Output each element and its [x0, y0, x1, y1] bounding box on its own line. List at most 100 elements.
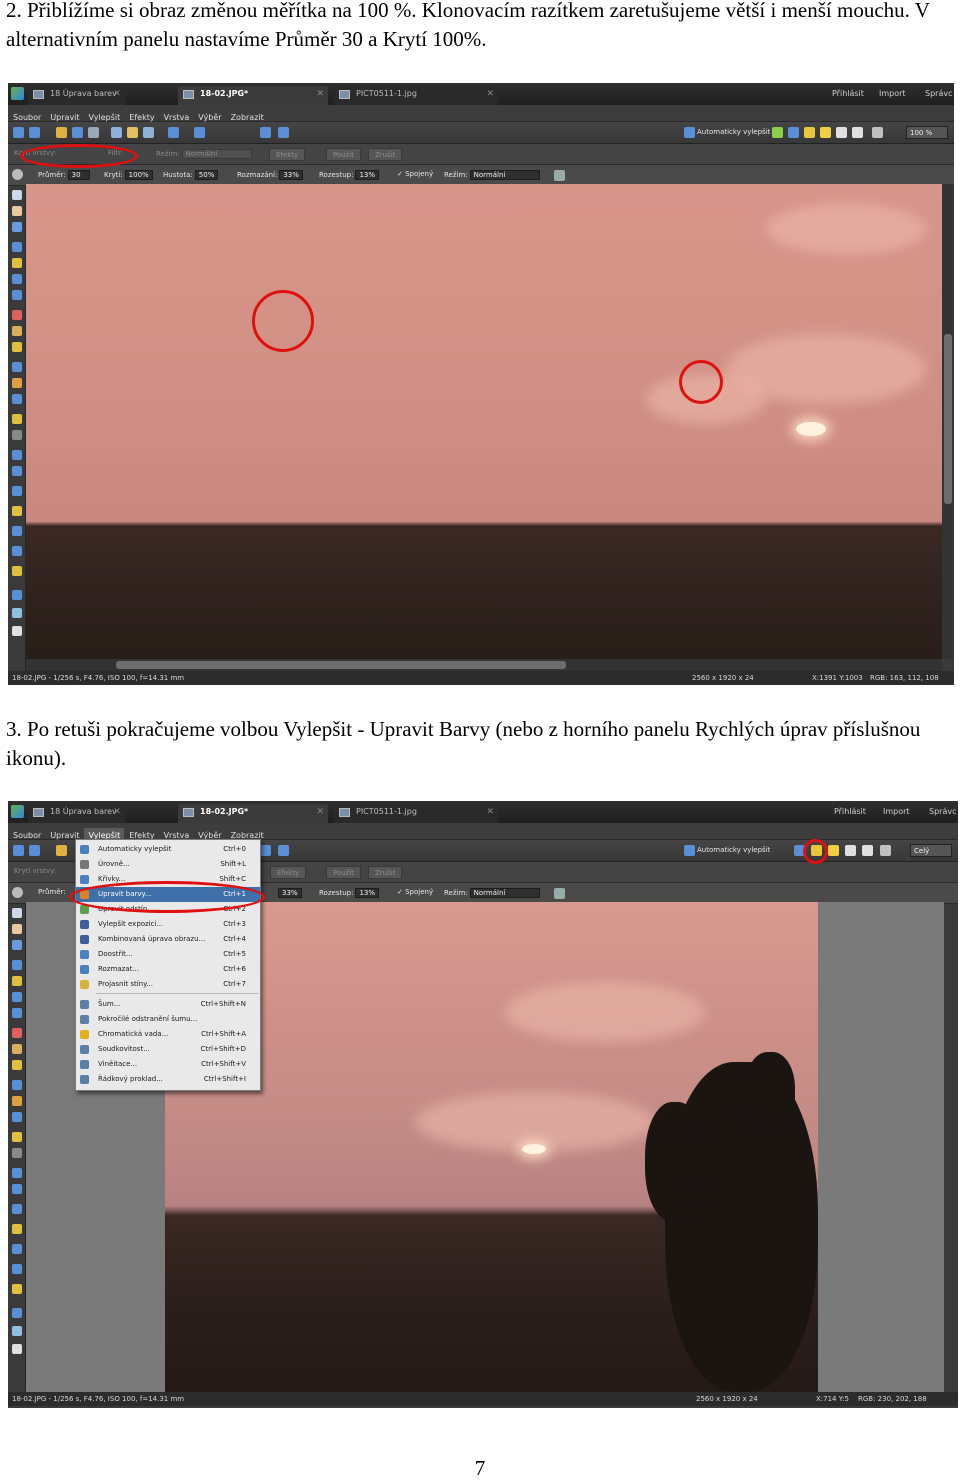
gradient-tool-icon[interactable] — [12, 1148, 22, 1158]
open-folder-icon[interactable] — [56, 845, 67, 856]
move-tool-icon[interactable] — [12, 242, 22, 252]
menu-item-advanced-denoise[interactable]: Pokročilé odstranění šumu... — [76, 1012, 260, 1027]
zoom-tool-icon[interactable] — [12, 908, 22, 918]
tile-view-icon[interactable] — [278, 127, 289, 138]
mode-select[interactable]: Normální — [469, 888, 540, 898]
red-eye-tool-icon[interactable] — [12, 1244, 22, 1254]
zoom-level[interactable]: 100 % — [906, 126, 948, 139]
clone-stamp-tool-icon[interactable] — [12, 326, 22, 336]
shape-tool-icon[interactable] — [12, 450, 22, 460]
print-menu-icon[interactable] — [872, 127, 883, 138]
menu-item-lighten-shadows[interactable]: Projasnit stíny... Ctrl+7 — [76, 977, 260, 992]
levels-icon[interactable] — [788, 127, 799, 138]
print-menu-icon[interactable] — [880, 845, 891, 856]
login-link[interactable]: Přihlásit — [832, 89, 864, 98]
gear-icon[interactable] — [12, 887, 23, 898]
auto-enhance-label[interactable]: Automaticky vylepšit — [697, 846, 770, 854]
tab-second-image[interactable]: PICT0511-1.jpg ✕ — [334, 86, 498, 105]
healing-brush-tool-icon[interactable] — [12, 342, 22, 352]
close-icon[interactable]: ✕ — [316, 807, 324, 817]
smudge-tool-icon[interactable] — [12, 1184, 22, 1194]
auto-enhance-label[interactable]: Automaticky vylepšit — [697, 128, 770, 136]
menu-item-chromatic-aberration[interactable]: Chromatická vada... Ctrl+Shift+A — [76, 1027, 260, 1042]
marquee-tool-icon[interactable] — [12, 992, 22, 1002]
recompose-tool-icon[interactable] — [12, 566, 22, 576]
opacity-input[interactable]: 100% — [124, 170, 153, 180]
gear-icon[interactable] — [12, 169, 23, 180]
print-icon[interactable] — [88, 127, 99, 138]
straighten-tool-icon[interactable] — [12, 1264, 22, 1274]
brightness-icon[interactable] — [820, 127, 831, 138]
menu-item-combined-adjust[interactable]: Kombinovaná úprava obrazu... Ctrl+4 — [76, 932, 260, 947]
menu-layer[interactable]: Vrstva — [159, 110, 194, 122]
blur-input[interactable]: 33% — [279, 170, 303, 180]
eyedropper-tool-icon[interactable] — [12, 222, 22, 232]
menu-item-exposure[interactable]: Vylepšit expozici... Ctrl+3 — [76, 917, 260, 932]
healing-brush-tool-icon[interactable] — [12, 1060, 22, 1070]
close-icon[interactable]: ✕ — [113, 89, 121, 99]
single-view-icon[interactable] — [260, 127, 271, 138]
auto-enhance-icon[interactable] — [684, 845, 695, 856]
photo-canvas[interactable] — [26, 184, 942, 659]
smudge-tool-icon[interactable] — [12, 466, 22, 476]
auto-enhance-icon[interactable] — [684, 127, 695, 138]
import-link[interactable]: Import — [883, 807, 910, 816]
scrollbar-thumb[interactable] — [944, 334, 952, 504]
menu-select[interactable]: Výběr — [193, 110, 225, 122]
density-input[interactable]: 50% — [194, 170, 219, 180]
close-icon[interactable]: ✕ — [486, 807, 494, 817]
admin-link[interactable]: Správc — [925, 89, 952, 98]
mode-select[interactable]: Normální — [469, 170, 540, 180]
undo-icon[interactable] — [168, 127, 179, 138]
foreground-color-icon[interactable] — [12, 590, 22, 600]
swap-colors-icon[interactable] — [12, 608, 22, 618]
crop-tool-icon[interactable] — [12, 362, 22, 372]
adjust-color-icon[interactable] — [804, 127, 815, 138]
menu-edit[interactable]: Upravit — [45, 110, 83, 122]
pencil-tool-icon[interactable] — [12, 506, 22, 516]
shape-tool-icon[interactable] — [12, 1168, 22, 1178]
swap-colors-icon[interactable] — [12, 1326, 22, 1336]
cancel-button[interactable]: Zrušit — [368, 866, 403, 879]
cancel-button[interactable]: Zrušit — [368, 148, 403, 161]
hand-tool-icon[interactable] — [12, 924, 22, 934]
back-icon[interactable] — [13, 127, 24, 138]
spread-input[interactable]: 13% — [355, 888, 380, 898]
tile-view-icon[interactable] — [278, 845, 289, 856]
eraser-tool-icon[interactable] — [12, 394, 22, 404]
recompose-tool-icon[interactable] — [12, 1284, 22, 1294]
mode-select[interactable]: Normální — [181, 149, 252, 159]
lasso-tool-icon[interactable] — [12, 290, 22, 300]
effects-button[interactable]: Efekty — [270, 866, 307, 879]
menu-filters[interactable]: Efekty — [124, 110, 158, 122]
foreground-color-icon[interactable] — [12, 1308, 22, 1318]
color-swatch-icon[interactable] — [12, 626, 22, 636]
tool-options-icon[interactable] — [554, 888, 565, 899]
brush-tool-icon[interactable] — [12, 378, 22, 388]
aligned-checkbox[interactable]: ✓ Spojený — [397, 170, 433, 178]
sharpen-icon[interactable] — [836, 127, 847, 138]
eyedropper-tool-icon[interactable] — [12, 940, 22, 950]
menu-item-noise[interactable]: Šum... Ctrl+Shift+N — [76, 997, 260, 1012]
tab-second-image[interactable]: PICT0511-1.jpg ✕ — [334, 804, 498, 823]
brightness-icon[interactable] — [828, 845, 839, 856]
back-icon[interactable] — [13, 845, 24, 856]
forward-icon[interactable] — [29, 845, 40, 856]
pencil-tool-icon[interactable] — [12, 1224, 22, 1234]
close-icon[interactable]: ✕ — [486, 89, 494, 99]
photo-canvas[interactable] — [165, 902, 818, 1392]
text-tool-icon[interactable] — [12, 258, 22, 268]
marquee-tool-icon[interactable] — [12, 274, 22, 284]
paint-bucket-tool-icon[interactable] — [12, 414, 22, 424]
hand-tool-icon[interactable] — [12, 206, 22, 216]
magic-wand-tool-icon[interactable] — [12, 1028, 22, 1038]
zoom-tool-icon[interactable] — [12, 190, 22, 200]
contrast-icon[interactable] — [852, 127, 863, 138]
duplicate-icon[interactable] — [143, 127, 154, 138]
quick-fix-icon[interactable] — [772, 127, 783, 138]
clone-stamp-tool-icon[interactable] — [12, 1044, 22, 1054]
paste-icon[interactable] — [127, 127, 138, 138]
spread-input[interactable]: 13% — [355, 170, 380, 180]
red-eye-tool-icon[interactable] — [12, 526, 22, 536]
close-icon[interactable]: ✕ — [113, 807, 121, 817]
